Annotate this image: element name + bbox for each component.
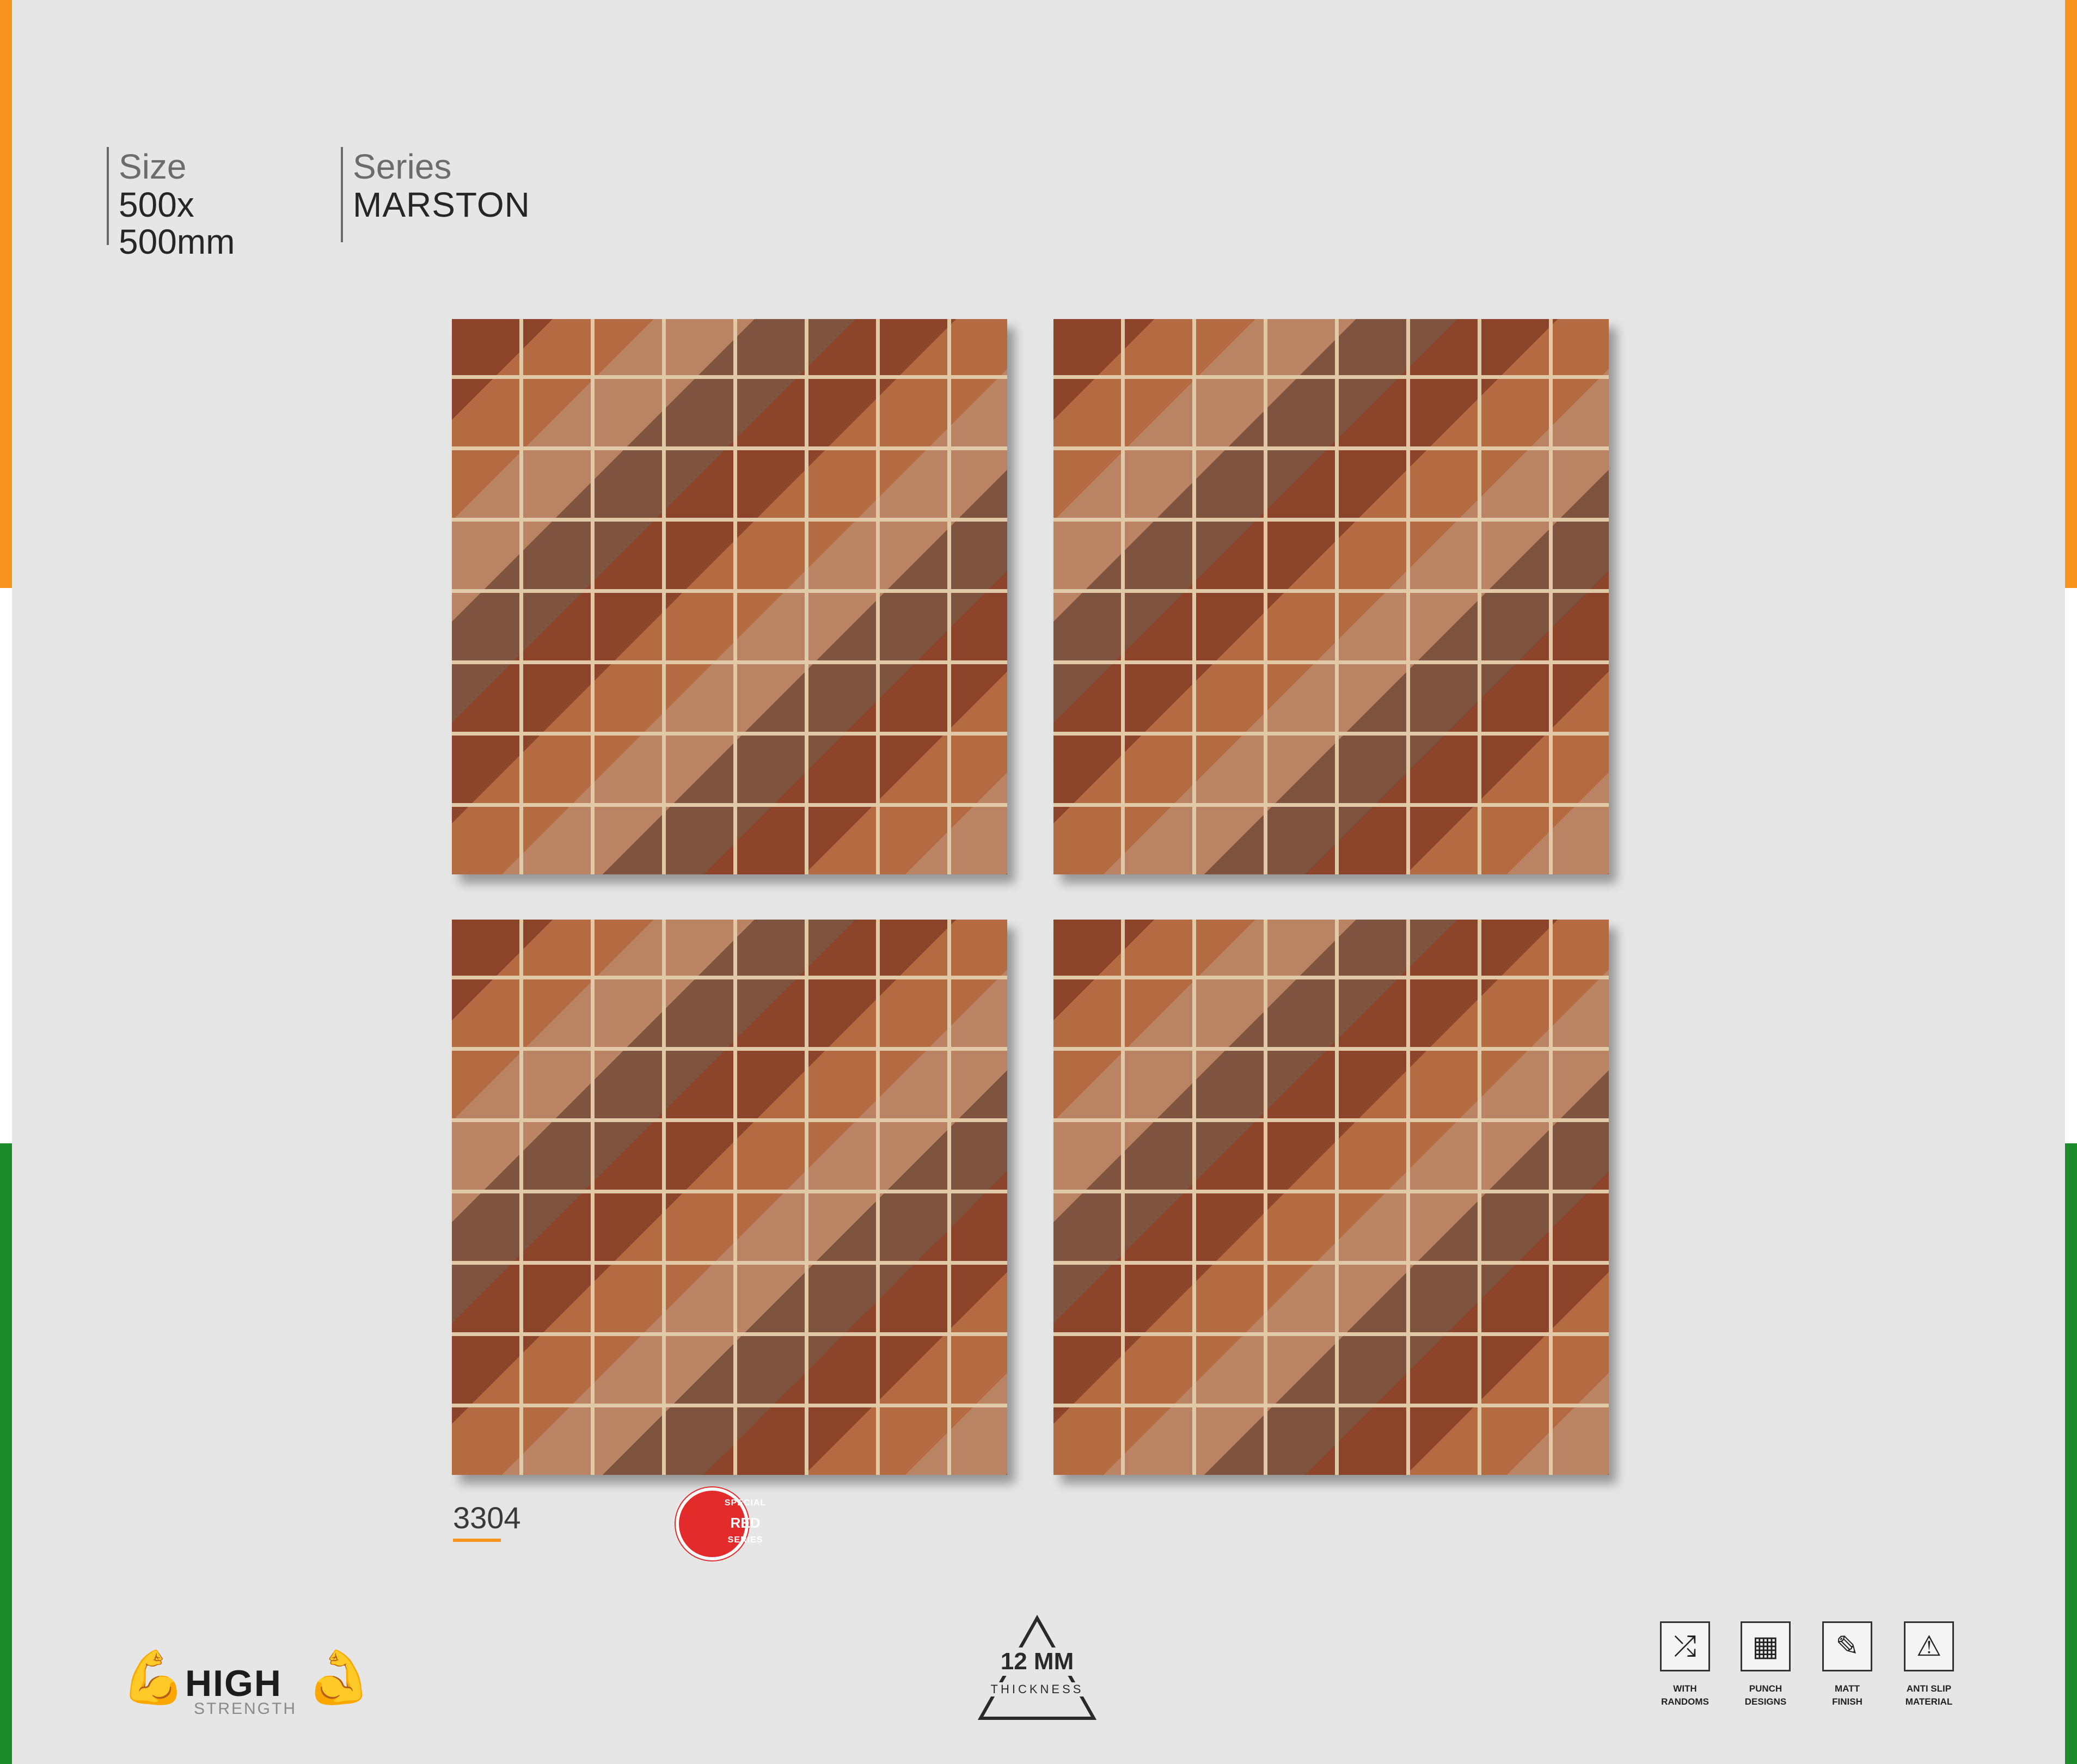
flexed-arm-icon: 💪	[306, 1649, 371, 1707]
size-value-line2: 500mm	[119, 222, 235, 261]
feather-icon: ✎	[1822, 1621, 1872, 1671]
tile-image	[1053, 319, 1609, 874]
grid-icon: ▦	[1741, 1621, 1791, 1671]
product-code: 3304	[453, 1500, 521, 1535]
badge-middle-text: RED	[730, 1515, 761, 1531]
special-red-series-badge: SPECIAL RED SERIES	[679, 1491, 765, 1557]
size-label: Size	[119, 147, 187, 186]
tile-image	[452, 920, 1007, 1475]
right-orange-band	[2065, 0, 2077, 588]
tile-preview-grid	[452, 319, 1609, 1475]
flexed-arm-icon: 💪	[121, 1649, 186, 1707]
feature-line2: RANDOMS	[1661, 1696, 1709, 1707]
series-value: MARSTON	[353, 185, 530, 224]
thickness-label: THICKNESS	[977, 1682, 1097, 1696]
feature-line2: FINISH	[1832, 1696, 1862, 1707]
feature-icons: ⤮ WITH RANDOMS ▦ PUNCH DESIGNS ✎ MATT FI…	[1652, 1621, 1963, 1719]
size-spec: Size 500x 500mm	[107, 147, 235, 260]
feature-line1: PUNCH	[1749, 1683, 1782, 1694]
feature-with-randoms: ⤮ WITH RANDOMS	[1652, 1621, 1718, 1708]
left-white-band	[0, 588, 12, 1143]
tile-image	[1053, 920, 1609, 1475]
feature-line2: DESIGNS	[1744, 1696, 1787, 1707]
tile-image	[452, 319, 1007, 874]
right-green-band	[2065, 1143, 2077, 1764]
badge-bottom-text: SERIES	[727, 1535, 763, 1545]
high-strength-logo: 💪 HIGH STRENGTH 💪	[121, 1644, 371, 1726]
left-green-band	[0, 1143, 12, 1764]
feature-anti-slip: ⚠ ANTI SLIP MATERIAL	[1896, 1621, 1962, 1708]
thickness-value: 12 MM	[977, 1647, 1097, 1676]
series-label: Series	[353, 147, 452, 186]
thickness-badge: 12 MM THICKNESS	[977, 1615, 1097, 1722]
right-white-band	[2065, 588, 2077, 1143]
strength-word-strength: STRENGTH	[194, 1700, 297, 1718]
left-orange-band	[0, 0, 12, 588]
shuffle-icon: ⤮	[1660, 1621, 1710, 1671]
feature-matt-finish: ✎ MATT FINISH	[1815, 1621, 1880, 1708]
strength-word-high: HIGH	[185, 1663, 282, 1704]
size-value-line1: 500x	[119, 185, 194, 224]
badge-top-text: SPECIAL	[724, 1498, 767, 1508]
feature-line2: MATERIAL	[1905, 1696, 1953, 1707]
feature-punch-designs: ▦ PUNCH DESIGNS	[1733, 1621, 1798, 1708]
slip-icon: ⚠	[1904, 1621, 1954, 1671]
feature-line1: WITH	[1673, 1683, 1697, 1694]
feature-line1: MATT	[1835, 1683, 1860, 1694]
feature-line1: ANTI SLIP	[1906, 1683, 1952, 1694]
product-code-underline	[453, 1539, 501, 1542]
series-spec: Series MARSTON	[341, 147, 530, 242]
